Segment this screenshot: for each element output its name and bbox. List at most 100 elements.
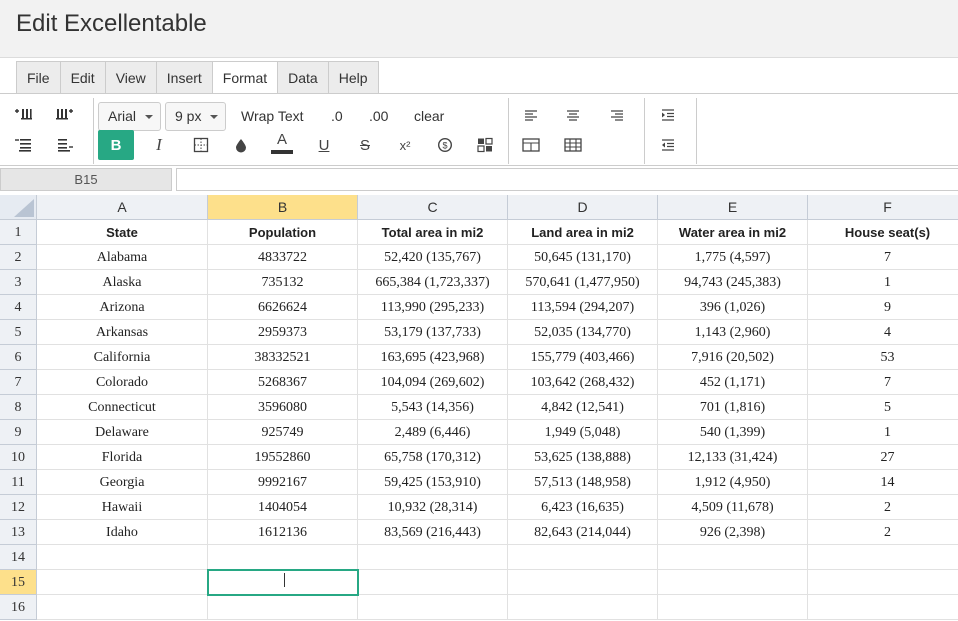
cell-c4[interactable]: 113,990 (295,233) bbox=[358, 295, 508, 320]
cell-a7[interactable]: Colorado bbox=[37, 370, 208, 395]
cell-e2[interactable]: 1,775 (4,597) bbox=[658, 245, 808, 270]
cell-d11[interactable]: 57,513 (148,958) bbox=[508, 470, 658, 495]
cell-b11[interactable]: 9992167 bbox=[208, 470, 358, 495]
cell-a3[interactable]: Alaska bbox=[37, 270, 208, 295]
cell-a1[interactable]: State bbox=[37, 220, 208, 245]
cell-a12[interactable]: Hawaii bbox=[37, 495, 208, 520]
cell-b12[interactable]: 1404054 bbox=[208, 495, 358, 520]
cell-e8[interactable]: 701 (1,816) bbox=[658, 395, 808, 420]
cell-a11[interactable]: Georgia bbox=[37, 470, 208, 495]
menu-tab-help[interactable]: Help bbox=[328, 62, 378, 94]
indent-increase-icon[interactable] bbox=[651, 101, 685, 129]
align-right-icon[interactable] bbox=[600, 101, 634, 129]
row-header-4[interactable]: 4 bbox=[0, 295, 37, 320]
cell-d3[interactable]: 570,641 (1,477,950) bbox=[508, 270, 658, 295]
cell-f12[interactable]: 2 bbox=[808, 495, 958, 520]
cell-f8[interactable]: 5 bbox=[808, 395, 958, 420]
cell-a10[interactable]: Florida bbox=[37, 445, 208, 470]
decrease-decimal-button[interactable]: .0 bbox=[331, 102, 343, 131]
table-icon[interactable] bbox=[556, 131, 590, 159]
cell-d10[interactable]: 53,625 (138,888) bbox=[508, 445, 658, 470]
insert-columns-icon[interactable] bbox=[48, 101, 82, 129]
cell-d1[interactable]: Land area in mi2 bbox=[508, 220, 658, 245]
cell-d13[interactable]: 82,643 (214,044) bbox=[508, 520, 658, 545]
insert-rows-above-icon[interactable] bbox=[6, 101, 40, 129]
cell-reference-box[interactable]: B15 bbox=[0, 168, 172, 191]
underline-button[interactable]: U bbox=[307, 131, 341, 159]
cell-f4[interactable]: 9 bbox=[808, 295, 958, 320]
cell-f15[interactable] bbox=[808, 570, 958, 595]
menu-tab-format[interactable]: Format bbox=[212, 62, 279, 94]
cell-b1[interactable]: Population bbox=[208, 220, 358, 245]
cell-f1[interactable]: House seat(s) bbox=[808, 220, 958, 245]
cell-d6[interactable]: 155,779 (403,466) bbox=[508, 345, 658, 370]
cell-f9[interactable]: 1 bbox=[808, 420, 958, 445]
cell-a9[interactable]: Delaware bbox=[37, 420, 208, 445]
column-header-b[interactable]: B bbox=[208, 195, 358, 220]
row-header-14[interactable]: 14 bbox=[0, 545, 37, 570]
cell-a4[interactable]: Arizona bbox=[37, 295, 208, 320]
cell-b6[interactable]: 38332521 bbox=[208, 345, 358, 370]
cell-e15[interactable] bbox=[658, 570, 808, 595]
cell-d14[interactable] bbox=[508, 545, 658, 570]
cell-c11[interactable]: 59,425 (153,910) bbox=[358, 470, 508, 495]
cell-d16[interactable] bbox=[508, 595, 658, 620]
cell-f11[interactable]: 14 bbox=[808, 470, 958, 495]
cell-a5[interactable]: Arkansas bbox=[37, 320, 208, 345]
cell-b9[interactable]: 925749 bbox=[208, 420, 358, 445]
bold-button[interactable]: B bbox=[98, 130, 134, 160]
cell-d8[interactable]: 4,842 (12,541) bbox=[508, 395, 658, 420]
row-header-13[interactable]: 13 bbox=[0, 520, 37, 545]
cell-c5[interactable]: 53,179 (137,733) bbox=[358, 320, 508, 345]
text-color-button[interactable]: A bbox=[265, 129, 299, 157]
column-header-d[interactable]: D bbox=[508, 195, 658, 220]
cell-e14[interactable] bbox=[658, 545, 808, 570]
cell-b10[interactable]: 19552860 bbox=[208, 445, 358, 470]
cell-a2[interactable]: Alabama bbox=[37, 245, 208, 270]
cell-f13[interactable]: 2 bbox=[808, 520, 958, 545]
menu-tab-data[interactable]: Data bbox=[278, 62, 329, 94]
cell-c16[interactable] bbox=[358, 595, 508, 620]
cell-f6[interactable]: 53 bbox=[808, 345, 958, 370]
cell-e13[interactable]: 926 (2,398) bbox=[658, 520, 808, 545]
increase-decimal-button[interactable]: .00 bbox=[369, 102, 388, 131]
cell-f16[interactable] bbox=[808, 595, 958, 620]
cell-c2[interactable]: 52,420 (135,767) bbox=[358, 245, 508, 270]
cell-d4[interactable]: 113,594 (294,207) bbox=[508, 295, 658, 320]
cell-e3[interactable]: 94,743 (245,383) bbox=[658, 270, 808, 295]
row-header-15[interactable]: 15 bbox=[0, 570, 37, 595]
cell-d15[interactable] bbox=[508, 570, 658, 595]
cell-c15[interactable] bbox=[358, 570, 508, 595]
indent-decrease-icon[interactable] bbox=[651, 131, 685, 159]
cell-b2[interactable]: 4833722 bbox=[208, 245, 358, 270]
cell-d7[interactable]: 103,642 (268,432) bbox=[508, 370, 658, 395]
cell-e4[interactable]: 396 (1,026) bbox=[658, 295, 808, 320]
cell-b4[interactable]: 6626624 bbox=[208, 295, 358, 320]
cell-a13[interactable]: Idaho bbox=[37, 520, 208, 545]
row-header-11[interactable]: 11 bbox=[0, 470, 37, 495]
cell-b13[interactable]: 1612136 bbox=[208, 520, 358, 545]
row-header-12[interactable]: 12 bbox=[0, 495, 37, 520]
cell-a8[interactable]: Connecticut bbox=[37, 395, 208, 420]
cell-f5[interactable]: 4 bbox=[808, 320, 958, 345]
cell-e11[interactable]: 1,912 (4,950) bbox=[658, 470, 808, 495]
menu-tab-insert[interactable]: Insert bbox=[156, 62, 213, 94]
cell-d9[interactable]: 1,949 (5,048) bbox=[508, 420, 658, 445]
cell-c3[interactable]: 665,384 (1,723,337) bbox=[358, 270, 508, 295]
row-header-7[interactable]: 7 bbox=[0, 370, 37, 395]
cell-a15[interactable] bbox=[37, 570, 208, 595]
cell-b3[interactable]: 735132 bbox=[208, 270, 358, 295]
cell-a16[interactable] bbox=[37, 595, 208, 620]
align-left-icon[interactable] bbox=[514, 101, 548, 129]
cell-f10[interactable]: 27 bbox=[808, 445, 958, 470]
cell-e12[interactable]: 4,509 (11,678) bbox=[658, 495, 808, 520]
cell-f2[interactable]: 7 bbox=[808, 245, 958, 270]
superscript-button[interactable]: x² bbox=[388, 131, 422, 159]
cell-e5[interactable]: 1,143 (2,960) bbox=[658, 320, 808, 345]
strikethrough-button[interactable]: S bbox=[348, 131, 382, 159]
cell-c6[interactable]: 163,695 (423,968) bbox=[358, 345, 508, 370]
menu-tab-view[interactable]: View bbox=[105, 62, 157, 94]
cell-c12[interactable]: 10,932 (28,314) bbox=[358, 495, 508, 520]
cell-c14[interactable] bbox=[358, 545, 508, 570]
formula-input[interactable] bbox=[176, 168, 958, 191]
